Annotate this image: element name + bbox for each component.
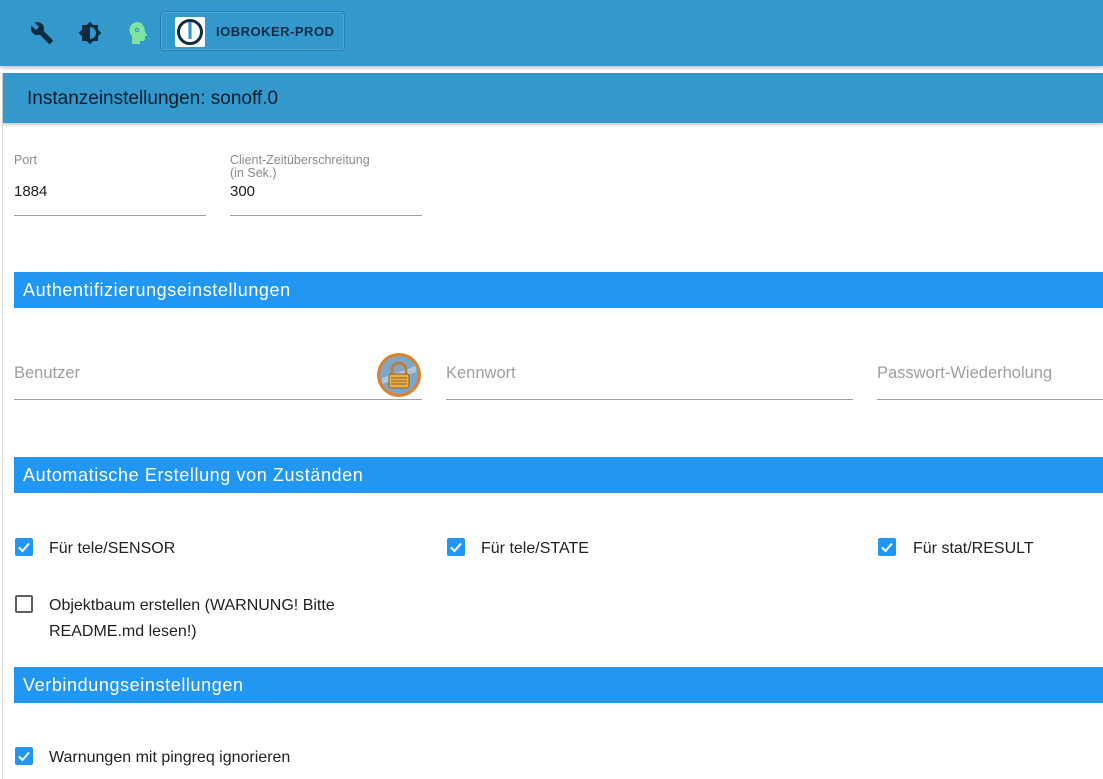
host-label: IOBROKER-PROD xyxy=(216,24,335,39)
port-underline xyxy=(14,215,206,216)
auth-section-header: Authentifizierungseinstellungen xyxy=(14,272,1103,308)
password-manager-lock-icon[interactable] xyxy=(376,352,422,398)
object-tree-label-line1: Objektbaum erstellen (WARNUNG! Bitte xyxy=(49,597,335,614)
theme-brightness-icon[interactable] xyxy=(77,20,103,46)
password-repeat-input[interactable]: Passwort-Wiederholung xyxy=(877,364,1052,383)
expert-mode-head-icon[interactable] xyxy=(125,20,151,46)
stat-result-label: Für stat/RESULT xyxy=(913,540,1034,557)
connection-section-header: Verbindungseinstellungen xyxy=(14,667,1103,703)
stat-result-checkbox[interactable] xyxy=(878,538,896,556)
page-title: Instanzeinstellungen: sonoff.0 xyxy=(27,88,279,109)
tele-state-label: Für tele/STATE xyxy=(481,540,589,557)
port-field[interactable]: Port 1884 xyxy=(14,154,206,216)
timeout-underline xyxy=(230,215,422,216)
user-underline xyxy=(14,399,422,400)
ignore-pingreq-checkbox[interactable] xyxy=(15,747,33,765)
object-tree-label-line2: README.md lesen!) xyxy=(49,623,197,640)
iobroker-logo-icon xyxy=(175,17,205,47)
password-input[interactable]: Kennwort xyxy=(446,364,516,383)
timeout-value[interactable]: 300 xyxy=(230,183,255,200)
password-underline xyxy=(446,399,853,400)
wrench-icon[interactable] xyxy=(29,20,55,46)
connection-section-title: Verbindungseinstellungen xyxy=(23,675,244,695)
object-tree-checkbox[interactable] xyxy=(15,595,33,613)
tele-sensor-checkbox[interactable] xyxy=(15,538,33,556)
host-selector-button[interactable]: IOBROKER-PROD xyxy=(160,11,345,51)
port-label: Port xyxy=(14,153,37,167)
top-toolbar: IOBROKER-PROD xyxy=(0,0,1103,66)
panel-title-bar: Instanzeinstellungen: sonoff.0 xyxy=(3,73,1103,123)
tele-sensor-label: Für tele/SENSOR xyxy=(49,540,176,557)
tele-state-checkbox[interactable] xyxy=(447,538,465,556)
auth-section-title: Authentifizierungseinstellungen xyxy=(23,280,291,300)
user-input[interactable]: Benutzer xyxy=(14,364,80,383)
port-value[interactable]: 1884 xyxy=(14,183,47,200)
ignore-pingreq-label: Warnungen mit pingreq ignorieren xyxy=(49,749,291,766)
timeout-label-line2: (in Sek.) xyxy=(230,166,277,180)
states-section-header: Automatische Erstellung von Zuständen xyxy=(14,457,1103,493)
client-timeout-field[interactable]: Client-Zeitüberschreitung (in Sek.) 300 xyxy=(230,154,422,216)
password-repeat-underline xyxy=(877,399,1103,400)
states-section-title: Automatische Erstellung von Zuständen xyxy=(23,465,364,485)
